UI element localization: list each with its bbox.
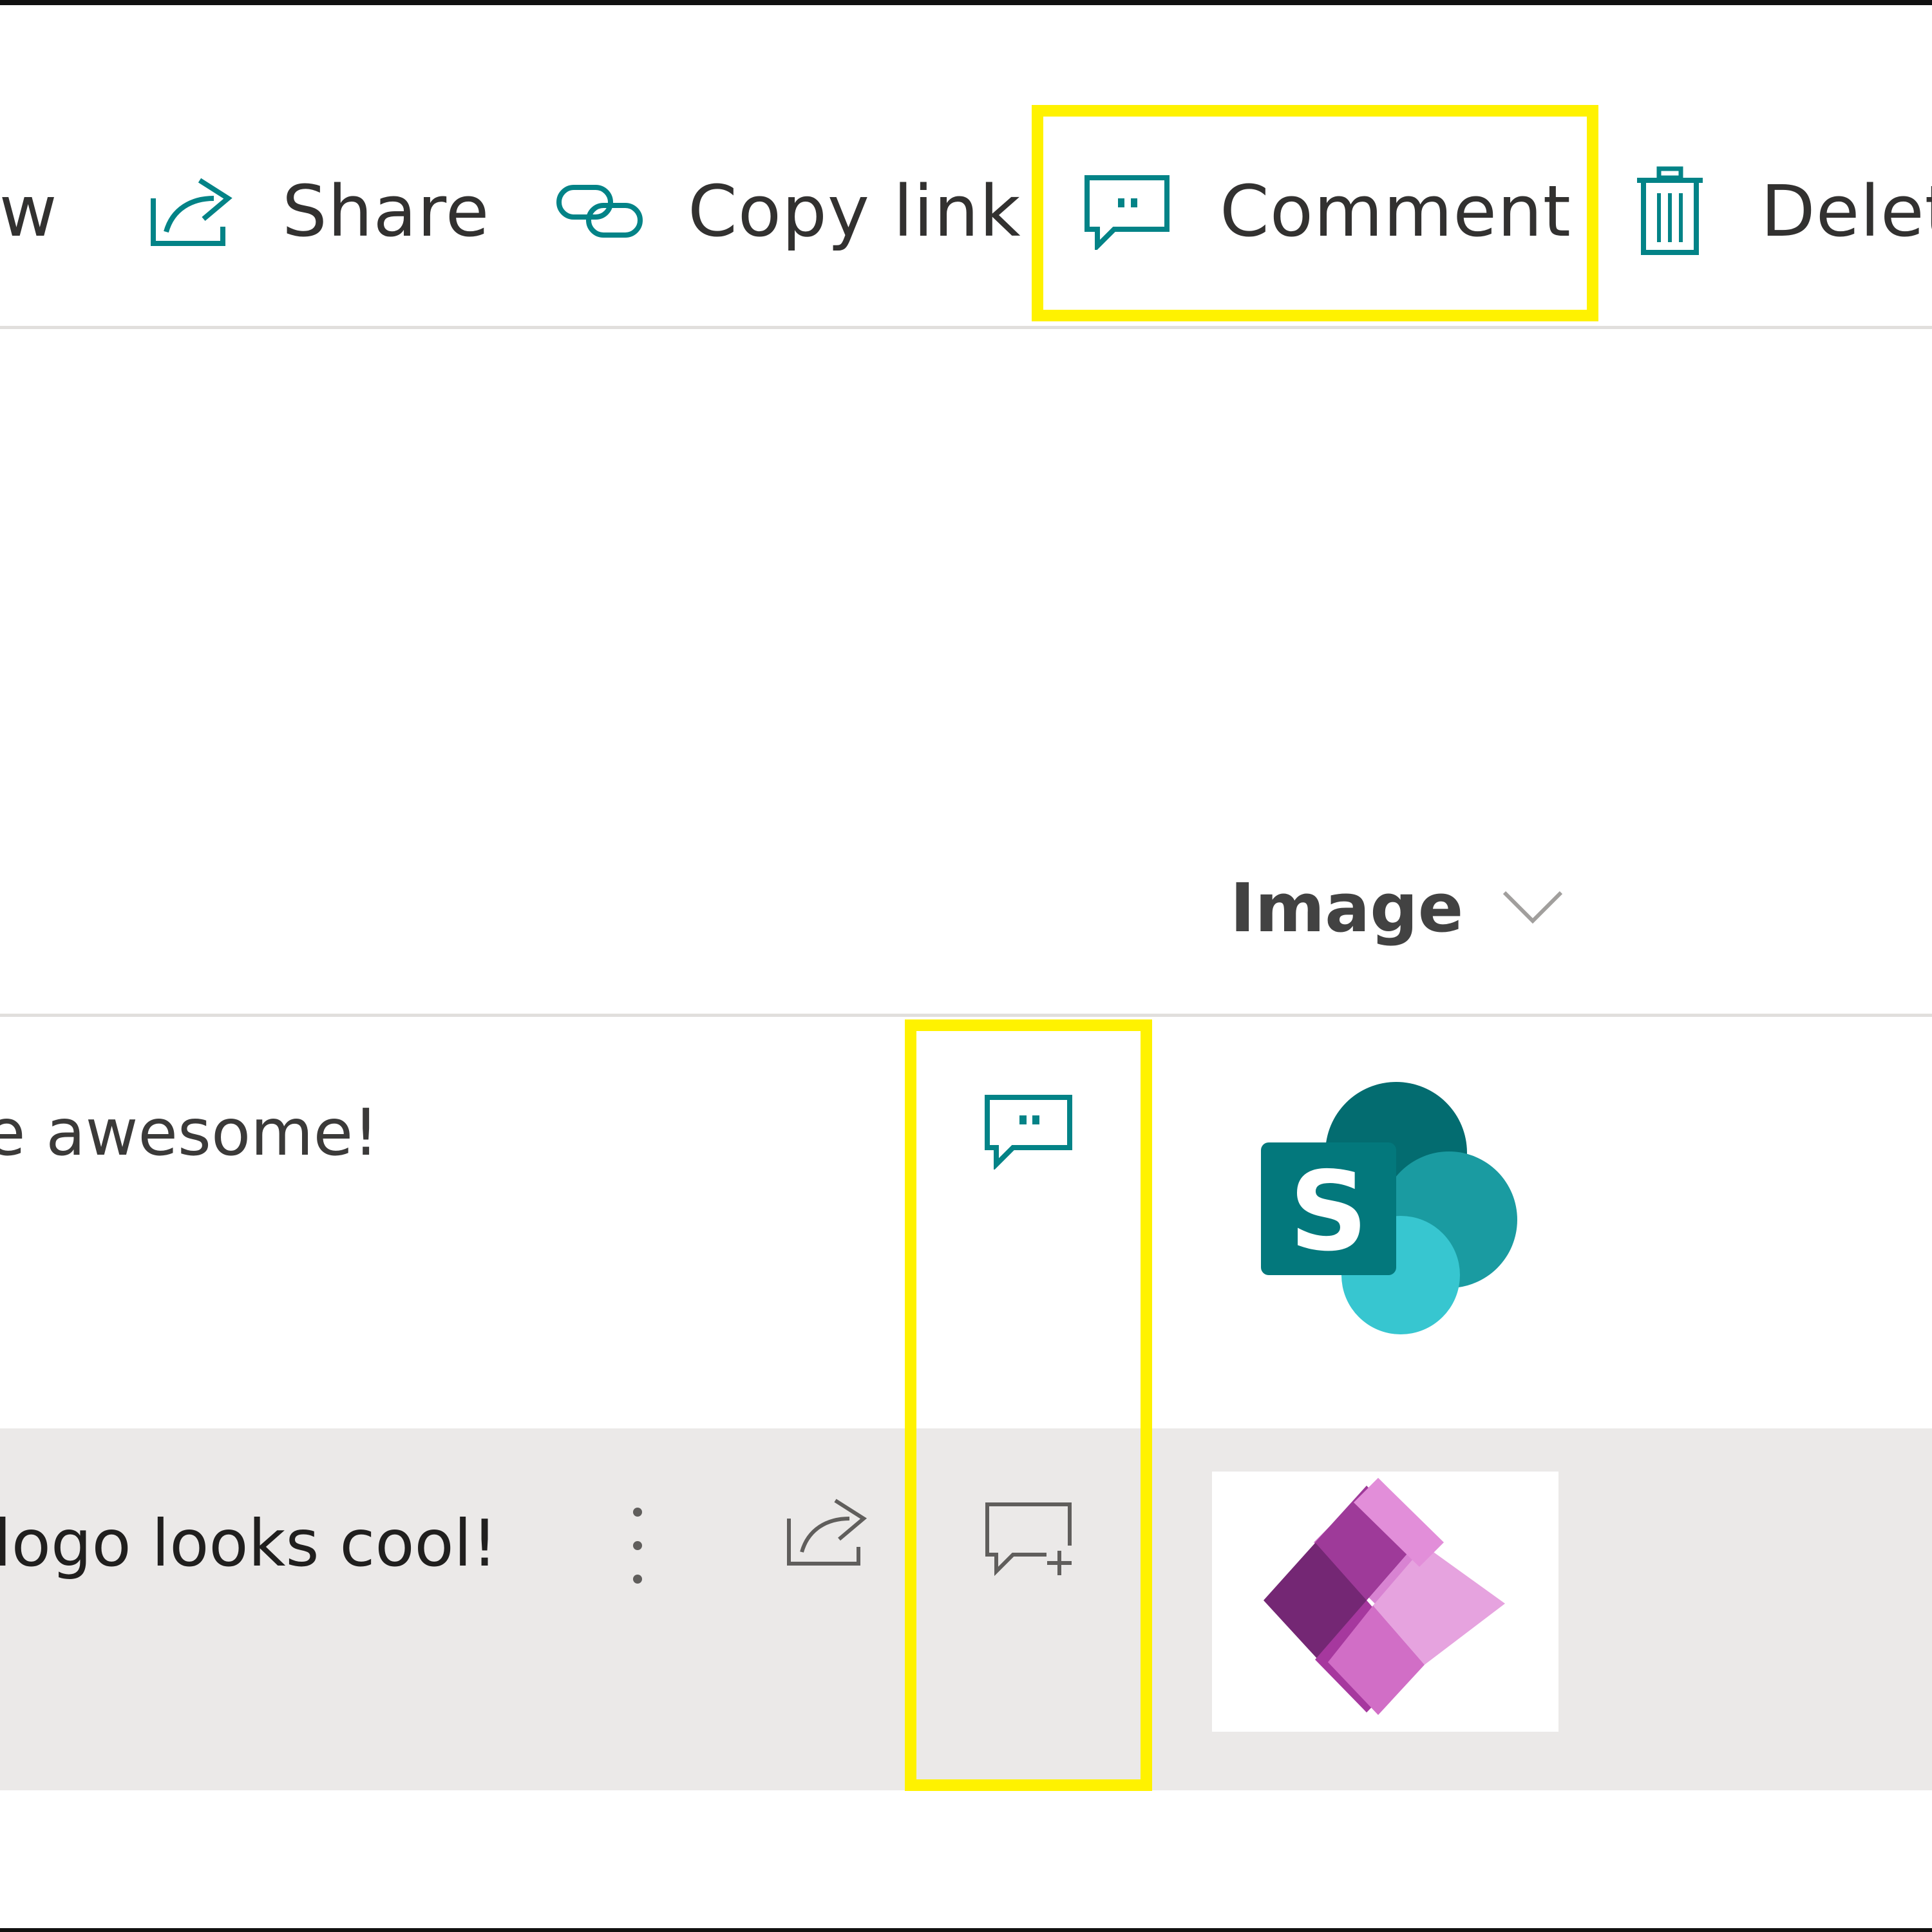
svg-text:S: S <box>1289 1148 1368 1276</box>
view-command[interactable]: ew <box>0 10 58 412</box>
share-icon <box>147 173 237 250</box>
chevron-down-icon <box>1463 887 1565 929</box>
trash-icon <box>1634 166 1705 256</box>
share-command-label: Share <box>282 170 490 252</box>
row-title[interactable]: e awesome! <box>0 1095 379 1170</box>
share-command[interactable]: Share <box>147 10 489 412</box>
share-icon[interactable] <box>782 1493 873 1573</box>
list-row[interactable]: logo looks cool! <box>0 1428 1932 1790</box>
toolbar-divider <box>0 326 1932 329</box>
more-vertical-icon[interactable] <box>618 1499 657 1596</box>
image-column-header[interactable]: Image <box>1230 863 1565 953</box>
comment-icon[interactable] <box>982 1092 1075 1172</box>
comment-command[interactable]: Comment <box>1082 10 1571 412</box>
list-row[interactable]: e awesome! S <box>0 1018 1932 1428</box>
row-title[interactable]: logo looks cool! <box>0 1506 498 1581</box>
sharepoint-logo: S <box>1256 1082 1526 1340</box>
header-divider <box>0 1014 1932 1017</box>
delete-command-label: Delet <box>1761 170 1932 252</box>
power-apps-logo <box>1212 1472 1558 1732</box>
link-icon <box>555 176 645 247</box>
comment-add-icon[interactable] <box>982 1499 1075 1583</box>
comment-icon <box>1082 173 1172 250</box>
copy-link-command-label: Copy link <box>688 170 1021 252</box>
command-bar: ew Share Copy link Comm <box>0 5 1932 327</box>
comment-command-label: Comment <box>1220 170 1571 252</box>
delete-command[interactable]: Delet <box>1634 10 1932 412</box>
image-column-header-label: Image <box>1230 869 1464 947</box>
view-command-label: ew <box>0 170 58 252</box>
copy-link-command[interactable]: Copy link <box>555 10 1021 412</box>
